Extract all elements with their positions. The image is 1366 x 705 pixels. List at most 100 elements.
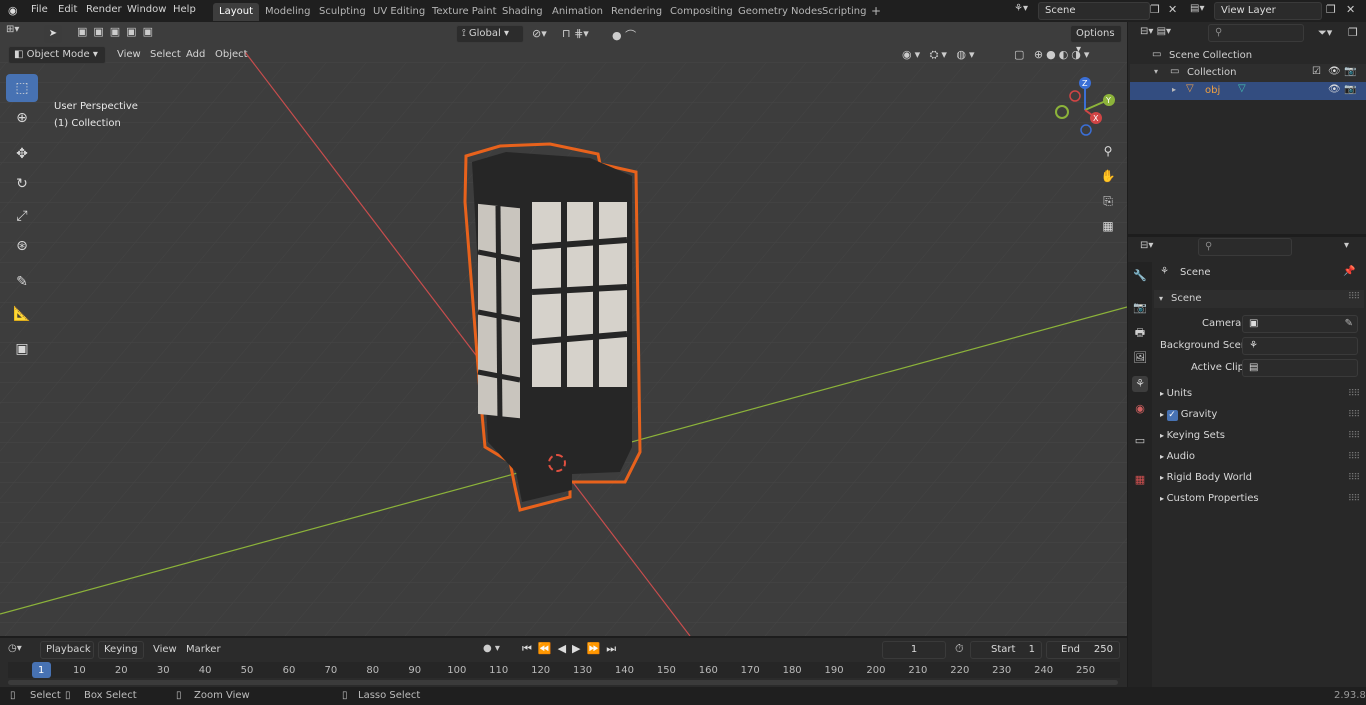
tab-shading[interactable]: Shading [496, 3, 549, 21]
selection-mode-icons[interactable]: ▣▣▣▣▣ [77, 25, 165, 43]
tab-uv-editing[interactable]: UV Editing [367, 3, 431, 21]
pivot-icon[interactable]: ⊘▾ [532, 27, 547, 40]
3d-cursor-icon[interactable] [548, 454, 566, 472]
expand-collection-icon[interactable]: ▾ [1154, 67, 1158, 76]
tool-add-cube[interactable]: ▣ [6, 335, 38, 363]
outliner-filter-icon[interactable]: ⏷▾ [1318, 26, 1332, 40]
section-gravity[interactable]: ▸ ✓ Gravity [1160, 409, 1217, 421]
drag-handle-icon[interactable]: ⠿⠿ [1348, 292, 1360, 302]
end-frame-field[interactable]: End 250 [1046, 641, 1120, 659]
keying-dropdown[interactable]: Keying ▾ [98, 641, 144, 671]
outliner-row-collection[interactable]: ▾ ▭ Collection ☑ 👁 📷 [1130, 64, 1366, 82]
scene-properties-tab-icon[interactable]: ⚘ [1132, 376, 1148, 392]
add-workspace-icon[interactable]: + [871, 4, 881, 18]
record-icon[interactable]: ● ▾ [483, 643, 500, 654]
section-units[interactable]: ▸ Units [1160, 388, 1192, 399]
copy-view-layer-icon[interactable]: ❐ [1326, 3, 1340, 17]
tab-texture-paint[interactable]: Texture Paint [426, 3, 503, 21]
obj-render-camera-icon[interactable]: 📷 [1344, 84, 1356, 95]
properties-options-icon[interactable]: ▾ [1344, 240, 1349, 251]
view-layer-field[interactable]: View Layer [1214, 2, 1322, 20]
world-properties-tab-icon[interactable]: ◉ [1132, 401, 1148, 417]
tab-modeling[interactable]: Modeling [259, 3, 317, 21]
menu-object[interactable]: Object [210, 46, 253, 64]
camera-view-icon[interactable]: ⎘ [1097, 190, 1119, 212]
eyedropper-icon[interactable]: ✎ [1345, 316, 1353, 332]
visibility-eye-icon[interactable]: 👁 [1328, 66, 1341, 77]
tab-sculpting[interactable]: Sculpting [313, 3, 372, 21]
menu-view[interactable]: View [112, 46, 146, 64]
pin-icon[interactable]: 📌 [1343, 266, 1355, 277]
timeline-editor-type-icon[interactable]: ◷▾ [8, 643, 22, 654]
outliner-editor-type-icon[interactable]: ⊟▾ ▤▾ [1140, 26, 1171, 37]
section-keying-sets[interactable]: ▸ Keying Sets [1160, 430, 1225, 441]
gravity-checkbox[interactable]: ✓ [1166, 410, 1178, 421]
drag-handle-icon[interactable]: ⠿⠿ [1348, 410, 1360, 420]
navigation-gizmo[interactable]: Z Y X [1050, 72, 1120, 142]
proportional-edit-icon[interactable]: ● ⌒ [612, 27, 636, 43]
drag-handle-icon[interactable]: ⠿⠿ [1348, 452, 1360, 462]
editor-type-icon[interactable]: ⊞▾ [6, 24, 36, 42]
exclude-checkbox-icon[interactable]: ☑ [1312, 66, 1321, 77]
playback-controls-icons[interactable]: ⏮⏪◀▶⏩⏭ [522, 642, 622, 656]
tab-scripting[interactable]: Scripting [816, 3, 872, 21]
tab-geometry-nodes[interactable]: Geometry Nodes [732, 3, 828, 21]
menu-add[interactable]: Add [181, 46, 210, 64]
tool-cursor[interactable]: ⊕ [6, 104, 38, 132]
render-properties-tab-icon[interactable]: 📷 [1132, 300, 1148, 316]
object-mode-dropdown[interactable]: ◧ Object Mode ▾ [8, 46, 106, 64]
timeline-menu-marker[interactable]: Marker [181, 641, 226, 659]
tool-scale[interactable]: ⤢ [6, 202, 38, 230]
delete-scene-icon[interactable]: ✕ [1168, 3, 1182, 17]
drag-handle-icon[interactable]: ⠿⠿ [1348, 473, 1360, 483]
view-layer-selector-icon[interactable]: ▤▾ [1190, 3, 1212, 19]
tab-rendering[interactable]: Rendering [605, 3, 668, 21]
scene-panel-header[interactable]: ▾ Scene [1154, 290, 1364, 308]
visibility-overlays-icons[interactable]: ◉▾ ⛭▾ ◍▾ [902, 48, 978, 62]
tab-compositing[interactable]: Compositing [664, 3, 739, 21]
output-properties-tab-icon[interactable]: 🖶 [1132, 325, 1148, 341]
scene-field[interactable]: Scene [1038, 2, 1150, 20]
drag-handle-icon[interactable]: ⠿⠿ [1348, 389, 1360, 399]
delete-view-layer-icon[interactable]: ✕ [1346, 3, 1360, 17]
tool-properties-tab-icon[interactable]: 🔧 [1132, 268, 1148, 284]
camera-field[interactable]: ▣ ✎ [1242, 315, 1358, 333]
zoom-icon[interactable]: ⚲ [1097, 140, 1119, 162]
drag-handle-icon[interactable]: ⠿⠿ [1348, 494, 1360, 504]
tab-animation[interactable]: Animation [546, 3, 609, 21]
section-custom-properties[interactable]: ▸ Custom Properties [1160, 493, 1259, 504]
section-audio[interactable]: ▸ Audio [1160, 451, 1195, 462]
outliner-row-scene-collection[interactable]: ▭ Scene Collection [1130, 47, 1366, 65]
start-frame-field[interactable]: Start 1 [970, 641, 1042, 659]
section-rigid-body-world[interactable]: ▸ Rigid Body World [1160, 472, 1252, 483]
menu-window[interactable]: Window [127, 4, 166, 15]
timeline-menu-view[interactable]: View [148, 641, 182, 659]
drag-handle-icon[interactable]: ⠿⠿ [1348, 431, 1360, 441]
tool-annotate[interactable]: ✎ [6, 268, 38, 296]
outliner-row-obj[interactable]: ▸ ▽ obj ▽ 👁 📷 [1130, 82, 1366, 100]
expand-obj-icon[interactable]: ▸ [1172, 85, 1176, 94]
properties-editor-type-icon[interactable]: ⊟▾ [1140, 240, 1153, 251]
render-camera-icon[interactable]: 📷 [1344, 66, 1356, 77]
tool-move[interactable]: ✥ [6, 140, 38, 168]
menu-edit[interactable]: Edit [58, 4, 77, 15]
timeline-scrollbar[interactable] [8, 680, 1118, 685]
blender-logo-icon[interactable]: ◉ [8, 4, 22, 18]
collection-properties-tab-icon[interactable]: ▭ [1132, 433, 1148, 449]
obj-visibility-eye-icon[interactable]: 👁 [1328, 84, 1341, 95]
stopwatch-icon[interactable]: ⏱ [955, 642, 964, 656]
texture-properties-tab-icon[interactable]: ▦ [1132, 472, 1148, 488]
snap-icon[interactable]: ⊓ ⋕▾ [562, 27, 589, 40]
outliner-search-input[interactable]: ⚲ [1208, 24, 1304, 42]
menu-help[interactable]: Help [173, 4, 196, 15]
3d-viewport[interactable]: User Perspective (1) Collection Z Y X ⚲ … [0, 22, 1127, 636]
tool-rotate[interactable]: ↻ [6, 170, 38, 198]
transform-orientation-dropdown[interactable]: ⟟ Global ▾ [456, 25, 524, 43]
view-layer-properties-tab-icon[interactable]: 🖼 [1132, 350, 1148, 366]
menu-render[interactable]: Render [86, 4, 122, 15]
pan-hand-icon[interactable]: ✋ [1097, 165, 1119, 187]
tab-layout[interactable]: Layout [213, 3, 259, 21]
tool-select-box[interactable]: ⬚ [6, 74, 38, 102]
scene-selector-icon[interactable]: ⚘▾ [1014, 3, 1036, 19]
current-frame-field[interactable]: 1 [882, 641, 946, 659]
